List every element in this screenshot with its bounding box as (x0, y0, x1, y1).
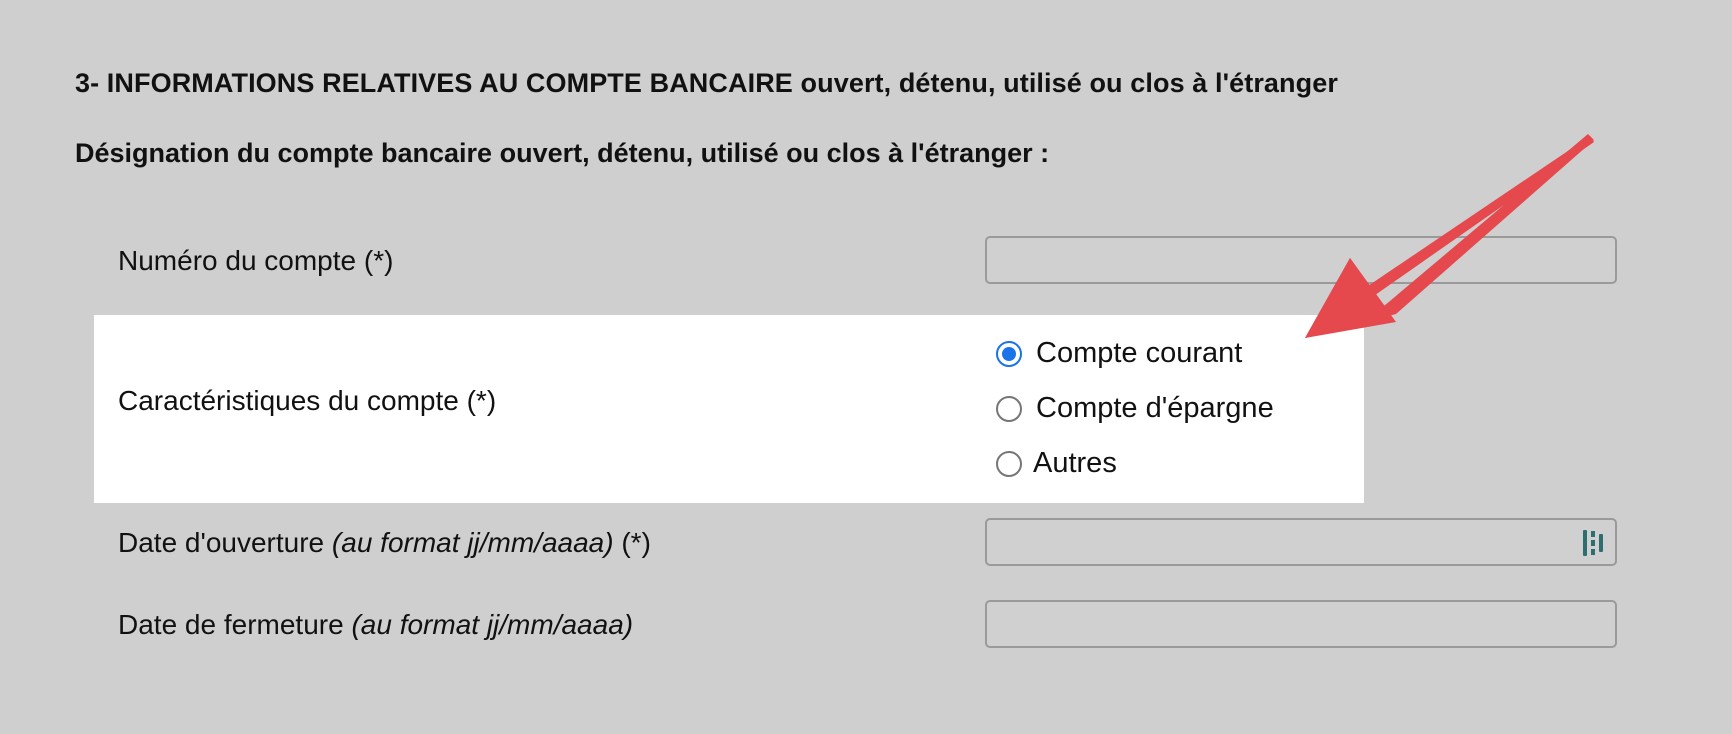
opening-date-required-mark: (*) (613, 527, 651, 558)
radio-label-compte-courant: Compte courant (1036, 337, 1243, 369)
radio-button[interactable] (996, 395, 1022, 422)
form-page: 3- INFORMATIONS RELATIVES AU COMPTE BANC… (0, 0, 1732, 734)
section-subtitle: Désignation du compte bancaire ouvert, d… (75, 138, 1050, 168)
radio-label-compte-epargne: Compte d'épargne (1036, 392, 1274, 424)
radio-option-autres[interactable]: Autres (996, 447, 1117, 480)
account-type-label: Caractéristiques du compte (*) (118, 385, 497, 416)
radio-label-autres: Autres (1033, 447, 1117, 479)
radio-button-checked[interactable] (996, 340, 1022, 367)
closing-date-label: Date de fermeture (au format jj/mm/aaaa) (118, 609, 633, 641)
opening-date-label-text: Date d'ouverture (118, 527, 332, 558)
opening-date-format-hint: (au format jj/mm/aaaa) (331, 527, 614, 558)
closing-date-input[interactable] (985, 600, 1617, 648)
account-number-input[interactable] (985, 236, 1617, 284)
section-title-prefix: 3- INFORMATIONS RELATIVES AU COMPTE BANC… (75, 68, 793, 98)
opening-date-field[interactable] (985, 518, 1617, 566)
account-number-label: Numéro du compte (*) (118, 245, 394, 276)
radio-option-compte-epargne[interactable]: Compte d'épargne (996, 392, 1274, 425)
closing-date-format-hint: (au format jj/mm/aaaa) (351, 609, 634, 640)
radio-button[interactable] (996, 450, 1022, 477)
calendar-picker-icon[interactable] (1581, 528, 1607, 558)
closing-date-label-text: Date de fermeture (118, 609, 352, 640)
opening-date-label: Date d'ouverture (au format jj/mm/aaaa) … (118, 527, 651, 559)
radio-option-compte-courant[interactable]: Compte courant (996, 337, 1242, 370)
section-title-suffix: ouvert, détenu, utilisé ou clos à l'étra… (792, 68, 1338, 98)
section-title: 3- INFORMATIONS RELATIVES AU COMPTE BANC… (75, 68, 1338, 99)
